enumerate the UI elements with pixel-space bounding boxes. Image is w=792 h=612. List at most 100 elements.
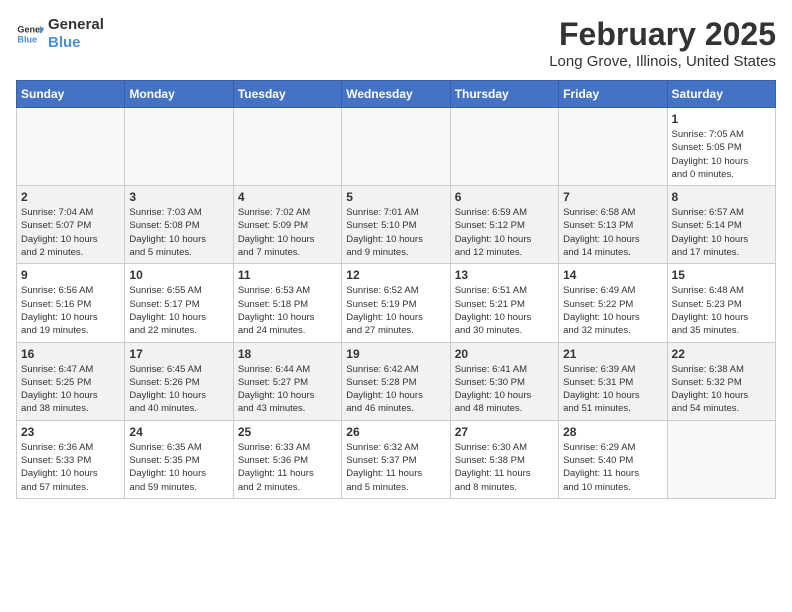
calendar-cell: 17Sunrise: 6:45 AMSunset: 5:26 PMDayligh… [125,342,233,420]
day-number: 6 [455,190,554,204]
day-number: 4 [238,190,337,204]
day-info: Sunrise: 6:35 AMSunset: 5:35 PMDaylight:… [129,441,228,494]
calendar-cell: 10 Sunrise: 6:55 AMSunset: 5:17 PMDayligh… [125,264,233,342]
calendar-week-2: 2Sunrise: 7:04 AMSunset: 5:07 PMDaylight… [17,186,776,264]
calendar-cell: 11 Sunrise: 6:53 AMSunset: 5:18 PMDayligh… [233,264,341,342]
weekday-header-wednesday: Wednesday [342,81,450,108]
day-info: Sunrise: 6:32 AMSunset: 5:37 PMDaylight:… [346,441,445,494]
day-number: 26 [346,425,445,439]
day-info: Sunrise: 6:47 AMSunset: 5:25 PMDaylight:… [21,363,120,416]
day-number: 19 [346,347,445,361]
calendar-cell: 12 Sunrise: 6:52 AMSunset: 5:19 PMDayligh… [342,264,450,342]
calendar-cell: 14 Sunrise: 6:49 AMSunset: 5:22 PMDayligh… [559,264,667,342]
logo-icon: General Blue [16,20,44,48]
day-number: 16 [21,347,120,361]
calendar-cell: 26 Sunrise: 6:32 AMSunset: 5:37 PMDayligh… [342,420,450,498]
day-number: 1 [672,112,771,126]
calendar-cell: 21 Sunrise: 6:39 AMSunset: 5:31 PMDayligh… [559,342,667,420]
day-info: Sunrise: 6:59 AMSunset: 5:12 PMDaylight:… [455,206,554,259]
calendar-week-4: 16 Sunrise: 6:47 AMSunset: 5:25 PMDayligh… [17,342,776,420]
calendar-cell [342,108,450,186]
day-number: 15 [672,268,771,282]
calendar-week-1: 1 Sunrise: 7:05 AMSunset: 5:05 PMDaylight… [17,108,776,186]
calendar-cell [667,420,775,498]
day-info: Sunrise: 6:41 AMSunset: 5:30 PMDaylight:… [455,363,554,416]
calendar-week-3: 9 Sunrise: 6:56 AMSunset: 5:16 PMDaylight… [17,264,776,342]
day-number: 22 [672,347,771,361]
calendar-cell: 7Sunrise: 6:58 AMSunset: 5:13 PMDaylight… [559,186,667,264]
day-info: Sunrise: 7:05 AMSunset: 5:05 PMDaylight:… [672,128,771,181]
day-number: 9 [21,268,120,282]
calendar-cell: 20 Sunrise: 6:41 AMSunset: 5:30 PMDayligh… [450,342,558,420]
day-info: Sunrise: 7:02 AMSunset: 5:09 PMDaylight:… [238,206,337,259]
calendar-cell: 24 Sunrise: 6:35 AMSunset: 5:35 PMDayligh… [125,420,233,498]
calendar-cell [559,108,667,186]
day-info: Sunrise: 6:58 AMSunset: 5:13 PMDaylight:… [563,206,662,259]
day-info: Sunrise: 6:53 AMSunset: 5:18 PMDaylight:… [238,284,337,337]
page-title: February 2025 [549,16,776,53]
calendar-cell: 22Sunrise: 6:38 AMSunset: 5:32 PMDayligh… [667,342,775,420]
calendar-cell: 13 Sunrise: 6:51 AMSunset: 5:21 PMDayligh… [450,264,558,342]
day-number: 24 [129,425,228,439]
day-number: 13 [455,268,554,282]
day-info: Sunrise: 6:49 AMSunset: 5:22 PMDaylight:… [563,284,662,337]
day-number: 14 [563,268,662,282]
day-info: Sunrise: 6:55 AMSunset: 5:17 PMDaylight:… [129,284,228,337]
day-number: 2 [21,190,120,204]
day-info: Sunrise: 7:01 AMSunset: 5:10 PMDaylight:… [346,206,445,259]
day-number: 5 [346,190,445,204]
day-info: Sunrise: 6:44 AMSunset: 5:27 PMDaylight:… [238,363,337,416]
calendar-cell [125,108,233,186]
calendar-cell: 8 Sunrise: 6:57 AMSunset: 5:14 PMDaylight… [667,186,775,264]
day-number: 11 [238,268,337,282]
day-info: Sunrise: 6:39 AMSunset: 5:31 PMDaylight:… [563,363,662,416]
day-number: 12 [346,268,445,282]
calendar-week-5: 23 Sunrise: 6:36 AMSunset: 5:33 PMDayligh… [17,420,776,498]
calendar-cell: 5 Sunrise: 7:01 AMSunset: 5:10 PMDaylight… [342,186,450,264]
weekday-header-tuesday: Tuesday [233,81,341,108]
calendar-cell: 2Sunrise: 7:04 AMSunset: 5:07 PMDaylight… [17,186,125,264]
calendar-cell: 3Sunrise: 7:03 AMSunset: 5:08 PMDaylight… [125,186,233,264]
weekday-header-row: SundayMondayTuesdayWednesdayThursdayFrid… [17,81,776,108]
calendar-cell: 18 Sunrise: 6:44 AMSunset: 5:27 PMDayligh… [233,342,341,420]
day-info: Sunrise: 6:56 AMSunset: 5:16 PMDaylight:… [21,284,120,337]
day-number: 20 [455,347,554,361]
day-number: 21 [563,347,662,361]
calendar-cell: 27 Sunrise: 6:30 AMSunset: 5:38 PMDayligh… [450,420,558,498]
calendar-cell: 19 Sunrise: 6:42 AMSunset: 5:28 PMDayligh… [342,342,450,420]
calendar-cell: 28Sunrise: 6:29 AMSunset: 5:40 PMDayligh… [559,420,667,498]
weekday-header-monday: Monday [125,81,233,108]
day-number: 23 [21,425,120,439]
day-number: 10 [129,268,228,282]
calendar-cell: 15Sunrise: 6:48 AMSunset: 5:23 PMDayligh… [667,264,775,342]
day-info: Sunrise: 7:03 AMSunset: 5:08 PMDaylight:… [129,206,228,259]
day-info: Sunrise: 6:57 AMSunset: 5:14 PMDaylight:… [672,206,771,259]
svg-text:Blue: Blue [17,34,37,44]
calendar-cell: 23 Sunrise: 6:36 AMSunset: 5:33 PMDayligh… [17,420,125,498]
title-block: February 2025 Long Grove, Illinois, Unit… [549,16,776,70]
day-info: Sunrise: 6:45 AMSunset: 5:26 PMDaylight:… [129,363,228,416]
calendar-cell: 6 Sunrise: 6:59 AMSunset: 5:12 PMDaylight… [450,186,558,264]
page-subtitle: Long Grove, Illinois, United States [549,53,776,70]
weekday-header-saturday: Saturday [667,81,775,108]
day-number: 18 [238,347,337,361]
calendar-cell: 9 Sunrise: 6:56 AMSunset: 5:16 PMDaylight… [17,264,125,342]
logo-text: General Blue [48,16,104,52]
day-info: Sunrise: 6:51 AMSunset: 5:21 PMDaylight:… [455,284,554,337]
day-info: Sunrise: 6:29 AMSunset: 5:40 PMDaylight:… [563,441,662,494]
day-info: Sunrise: 6:30 AMSunset: 5:38 PMDaylight:… [455,441,554,494]
calendar-cell [450,108,558,186]
calendar-cell [233,108,341,186]
day-info: Sunrise: 6:42 AMSunset: 5:28 PMDaylight:… [346,363,445,416]
day-number: 27 [455,425,554,439]
weekday-header-friday: Friday [559,81,667,108]
day-number: 8 [672,190,771,204]
calendar-cell: 4 Sunrise: 7:02 AMSunset: 5:09 PMDaylight… [233,186,341,264]
logo: General Blue General Blue [16,16,104,52]
day-number: 25 [238,425,337,439]
weekday-header-thursday: Thursday [450,81,558,108]
calendar-table: SundayMondayTuesdayWednesdayThursdayFrid… [16,80,776,499]
day-info: Sunrise: 6:36 AMSunset: 5:33 PMDaylight:… [21,441,120,494]
day-info: Sunrise: 6:52 AMSunset: 5:19 PMDaylight:… [346,284,445,337]
calendar-cell [17,108,125,186]
